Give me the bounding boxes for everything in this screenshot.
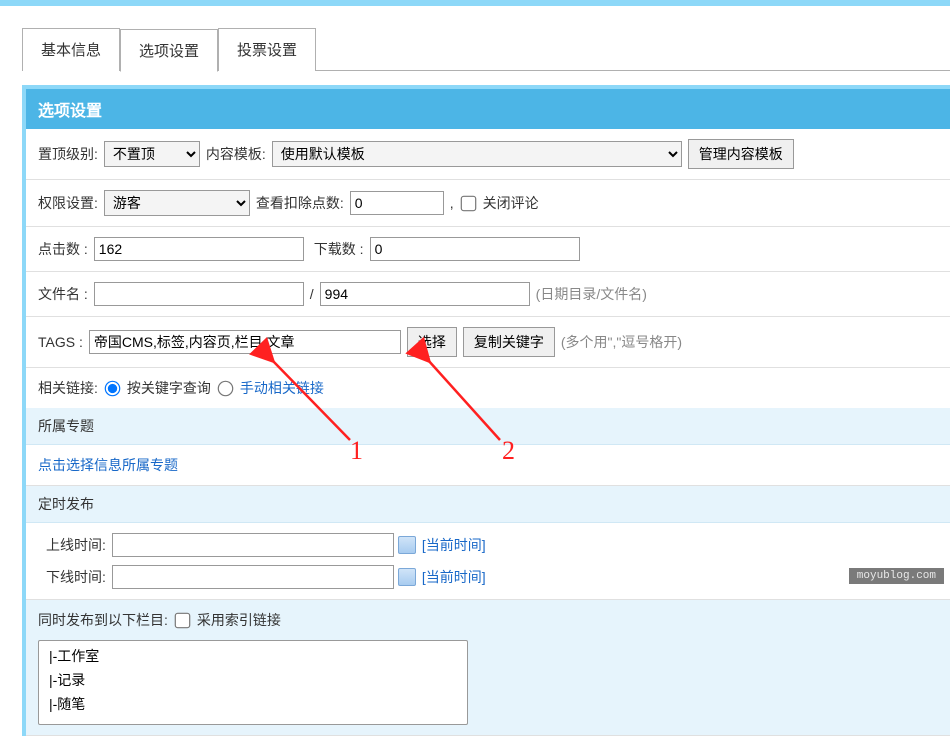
filename-label: 文件名 : <box>38 284 88 304</box>
calendar-icon[interactable] <box>398 568 416 586</box>
offline-time-input[interactable] <box>112 565 394 589</box>
tab-basic-info[interactable]: 基本信息 <box>22 28 120 71</box>
deduct-points-label: 查看扣除点数: <box>256 193 344 213</box>
calendar-icon[interactable] <box>398 536 416 554</box>
list-item[interactable]: |-随笔 <box>43 692 463 716</box>
content-template-select[interactable]: 使用默认模板 <box>272 141 682 167</box>
tags-hint: (多个用","逗号格开) <box>561 332 682 352</box>
copy-keywords-button[interactable]: 复制关键字 <box>463 327 555 357</box>
related-manual-link[interactable]: 手动相关链接 <box>240 378 324 398</box>
download-count-label: 下载数 : <box>314 239 364 259</box>
filename-input[interactable] <box>94 282 304 306</box>
tabs-container: 基本信息 选项设置 投票设置 <box>22 28 950 71</box>
related-by-keyword-radio[interactable] <box>105 380 121 396</box>
publish-to-columns-label: 同时发布到以下栏目: <box>38 610 168 630</box>
click-count-label: 点击数 : <box>38 239 88 259</box>
tags-input[interactable] <box>89 330 401 354</box>
topic-section-header: 所属专题 <box>26 408 950 445</box>
panel-title: 选项设置 <box>26 89 950 129</box>
schedule-section-header: 定时发布 <box>26 486 950 523</box>
comma-separator: , <box>450 195 454 211</box>
permission-label: 权限设置: <box>38 193 98 213</box>
close-comment-label: 关闭评论 <box>483 193 539 213</box>
filename-slash: / <box>310 286 314 302</box>
manage-template-button[interactable]: 管理内容模板 <box>688 139 794 169</box>
content-template-label: 内容模板: <box>206 144 266 164</box>
online-time-input[interactable] <box>112 533 394 557</box>
tags-select-button[interactable]: 选择 <box>407 327 457 357</box>
related-links-label: 相关链接: <box>38 378 98 398</box>
download-count-input[interactable] <box>370 237 580 261</box>
sticky-level-select[interactable]: 不置顶 <box>104 141 200 167</box>
list-item[interactable]: |-记录 <box>43 668 463 692</box>
tab-option-settings[interactable]: 选项设置 <box>120 29 218 72</box>
use-index-link-label: 采用索引链接 <box>197 610 281 630</box>
filename-hint: (日期目录/文件名) <box>536 284 647 304</box>
use-index-link-checkbox[interactable] <box>175 612 191 628</box>
select-topic-link[interactable]: 点击选择信息所属专题 <box>38 455 178 475</box>
columns-listbox[interactable]: |-工作室|-记录|-随笔 <box>38 640 468 725</box>
related-by-keyword-label: 按关键字查询 <box>127 378 211 398</box>
filepath-input[interactable] <box>320 282 530 306</box>
related-manual-radio[interactable] <box>218 380 234 396</box>
online-time-label: 上线时间: <box>46 535 106 555</box>
deduct-points-input[interactable] <box>350 191 444 215</box>
list-item[interactable]: |-工作室 <box>43 644 463 668</box>
online-current-time-link[interactable]: [当前时间] <box>422 535 486 555</box>
sticky-level-label: 置顶级别: <box>38 144 98 164</box>
tab-vote-settings[interactable]: 投票设置 <box>218 28 316 71</box>
offline-current-time-link[interactable]: [当前时间] <box>422 567 486 587</box>
permission-select[interactable]: 游客 <box>104 190 250 216</box>
click-count-input[interactable] <box>94 237 304 261</box>
watermark: moyublog.com <box>849 568 944 584</box>
tags-label: TAGS : <box>38 334 83 350</box>
offline-time-label: 下线时间: <box>46 567 106 587</box>
close-comment-checkbox[interactable] <box>460 195 476 211</box>
